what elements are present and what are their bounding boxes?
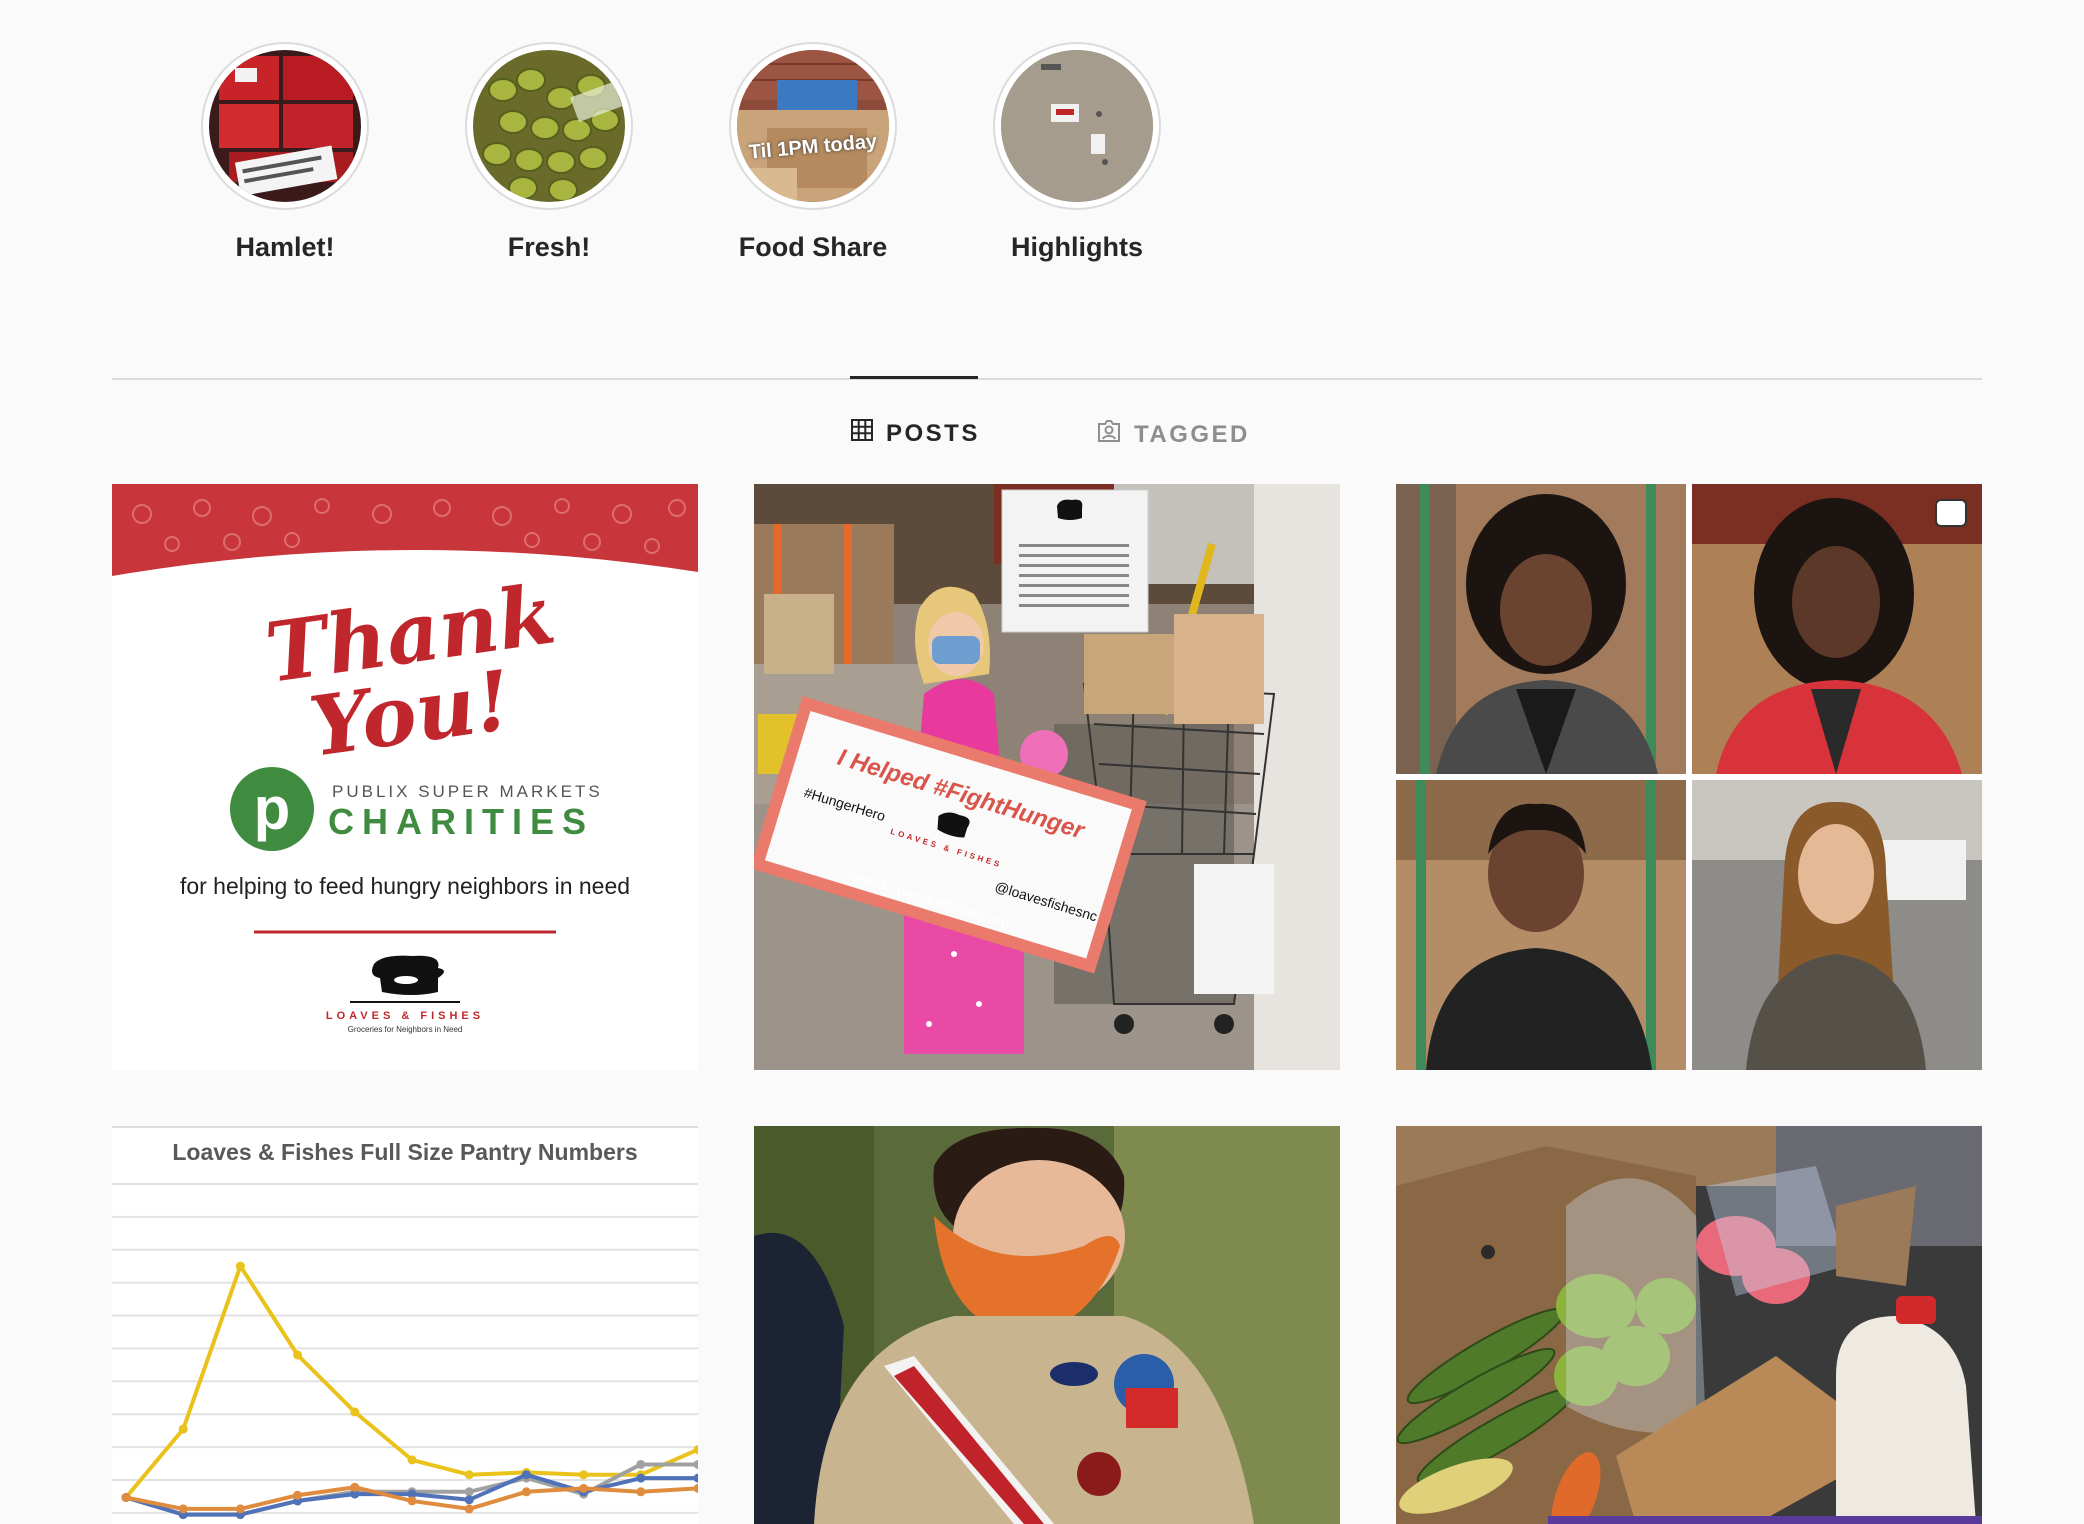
chart-point <box>293 1350 303 1360</box>
publix-logo-letter: p <box>254 775 291 842</box>
sponsor-top-text: PUBLIX SUPER MARKETS <box>332 782 603 801</box>
chart-point <box>178 1504 188 1514</box>
chart-point <box>636 1459 646 1469</box>
loaves-fishes-logo <box>350 955 460 1003</box>
tabs-divider <box>112 378 1982 380</box>
story-highlights: Hamlet! Fresh! Til 1PM today Food Share … <box>0 0 2084 290</box>
chart-point <box>407 1455 417 1465</box>
post-thank-you[interactable]: Thank You! p PUBLIX SUPER MARKETS CHARIT… <box>112 484 698 1070</box>
post-girl-with-sign[interactable]: I Helped #FightHunger LOAVES & FISHES #H… <box>754 484 1340 1070</box>
chart-point <box>636 1473 646 1483</box>
tab-label: POSTS <box>886 419 980 447</box>
highlight-label: Food Share <box>738 232 888 262</box>
chart-point <box>579 1470 589 1480</box>
post-produce-box[interactable] <box>1396 1126 1982 1524</box>
grid-icon <box>850 418 874 449</box>
highlight-label: Fresh! <box>507 232 591 262</box>
chart-point <box>693 1459 698 1469</box>
chart-point <box>235 1504 245 1514</box>
org-name: LOAVES & FISHES <box>326 1010 484 1022</box>
highlight-highlights[interactable]: Highlights <box>972 42 1182 263</box>
chart-point <box>350 1407 360 1417</box>
chart-point <box>121 1493 131 1502</box>
highlight-fresh[interactable]: Fresh! <box>444 42 654 263</box>
post-scout[interactable] <box>754 1126 1340 1524</box>
chart-point <box>464 1487 474 1497</box>
chart-title: Loaves & Fishes Full Size Pantry Numbers <box>172 1139 637 1165</box>
highlight-ring <box>201 42 369 210</box>
highlight-thumbnail <box>209 50 361 202</box>
thank-message: for helping to feed hungry neighbors in … <box>180 873 630 899</box>
active-tab-indicator <box>850 376 978 379</box>
chart-point <box>464 1495 474 1505</box>
chart-point <box>693 1483 698 1493</box>
highlight-ring <box>465 42 633 210</box>
sponsor-bottom-text: CHARITIES <box>328 801 594 842</box>
chart-point <box>350 1482 360 1492</box>
highlight-thumbnail: Til 1PM today <box>737 50 889 202</box>
chart-point <box>636 1487 646 1497</box>
org-tagline: Groceries for Neighbors in Need <box>348 1025 463 1034</box>
tab-label: TAGGED <box>1134 420 1250 448</box>
highlight-hamlet[interactable]: Hamlet! <box>180 42 390 263</box>
chart-point <box>464 1504 474 1514</box>
tab-tagged[interactable]: TAGGED <box>1096 418 1250 451</box>
chart-point <box>464 1470 474 1480</box>
chart-point <box>407 1496 417 1506</box>
pantry-line-chart: Loaves & Fishes Full Size Pantry Numbers <box>112 1126 698 1520</box>
tab-posts[interactable]: POSTS <box>850 418 980 449</box>
chart-point <box>521 1487 531 1497</box>
highlight-thumbnail <box>1001 50 1153 202</box>
highlight-thumbnail <box>473 50 625 202</box>
highlight-food-share[interactable]: Til 1PM today Food Share <box>708 42 918 263</box>
chart-point <box>693 1473 698 1483</box>
chart-point <box>579 1483 589 1493</box>
highlight-label: Highlights <box>1011 232 1143 262</box>
tagged-icon <box>1096 418 1122 451</box>
highlight-ring: Til 1PM today <box>729 42 897 210</box>
chart-point <box>235 1261 245 1271</box>
chart-point <box>293 1490 303 1500</box>
chart-point <box>521 1470 531 1480</box>
post-pantry-chart[interactable]: Loaves & Fishes Full Size Pantry Numbers <box>112 1126 698 1524</box>
highlight-label: Hamlet! <box>235 232 335 262</box>
chart-point <box>178 1424 188 1434</box>
post-staff-collage[interactable] <box>1396 484 1982 1070</box>
highlight-ring <box>993 42 1161 210</box>
